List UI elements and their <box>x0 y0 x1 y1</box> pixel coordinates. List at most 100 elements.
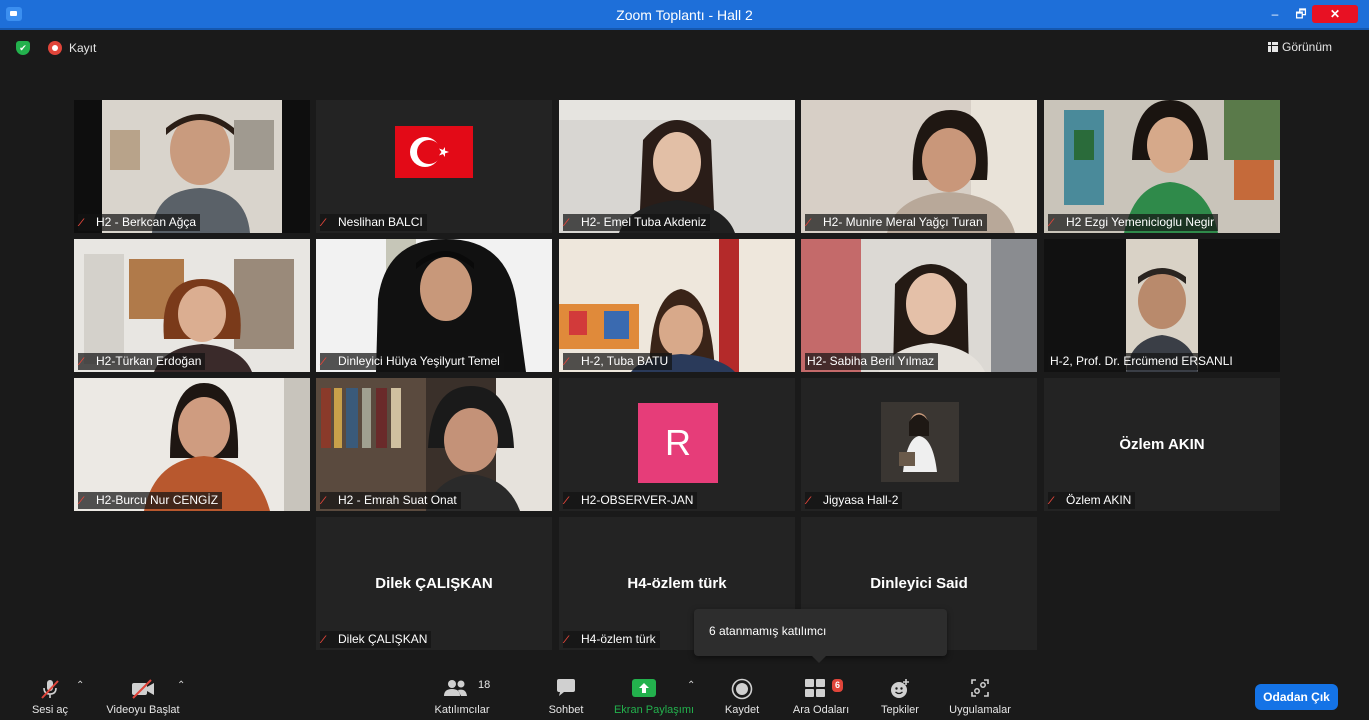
recording-label: Kayıt <box>69 41 97 55</box>
participant-avatar: R <box>638 403 718 483</box>
participant-name-label: ⁄ H2 - Emrah Suat Onat <box>320 492 461 509</box>
participant-display-name: H4-özlem türk <box>627 575 727 592</box>
apps-label: Uygulamalar <box>949 704 1011 716</box>
unmute-button[interactable]: Sesi aç <box>20 664 80 720</box>
participant-name-label: ⁄ Dinleyici Hülya Yeşilyurt Temel <box>320 353 504 370</box>
reactions-button[interactable]: Tepkiler <box>872 664 928 720</box>
record-label: Kaydet <box>724 704 760 716</box>
share-screen-label: Ekran Paylaşımı <box>613 704 695 716</box>
participant-name-label: H2- Sabiha Beril Yılmaz <box>805 353 939 370</box>
muted-mic-icon: ⁄ <box>565 356 567 368</box>
video-tile[interactable]: ⁄ Jigyasa Hall-2 <box>801 378 1037 511</box>
participant-name-label: ⁄ H2 Ezgi Yemenicioglu Negir <box>1048 214 1219 231</box>
video-tile[interactable]: ⁄ Dinleyici Hülya Yeşilyurt Temel <box>316 239 552 372</box>
participant-name-label: ⁄ H2 - Berkcan Ağça <box>78 214 201 231</box>
participant-name-label: ⁄ Özlem AKIN <box>1048 492 1136 509</box>
participants-label: Katılımcılar <box>434 704 490 716</box>
muted-mic-icon: ⁄ <box>1050 495 1052 507</box>
chat-label: Sohbet <box>548 704 584 716</box>
muted-mic-icon: ⁄ <box>565 217 567 229</box>
participant-name-label: ⁄ H-2, Tuba BATU <box>563 353 673 370</box>
participant-name-label: ⁄ Dilek ÇALIŞKAN <box>320 631 432 648</box>
close-button[interactable]: ✕ <box>1312 5 1358 23</box>
video-off-icon <box>132 679 154 699</box>
chat-icon <box>557 679 575 696</box>
breakout-rooms-icon <box>805 679 825 697</box>
start-video-button[interactable]: Videoyu Başlat <box>98 664 188 720</box>
participant-profile-photo <box>881 402 959 482</box>
muted-mic-icon: ⁄ <box>80 495 82 507</box>
window-titlebar: Zoom Toplantı - Hall 2 – 🗗 ✕ <box>0 0 1369 30</box>
video-tile[interactable]: ⁄ H2-Burcu Nur CENGİZ <box>74 378 310 511</box>
muted-mic-icon: ⁄ <box>807 217 809 229</box>
video-tile[interactable]: ⁄ Neslihan BALCI <box>316 100 552 233</box>
participants-icon <box>444 680 467 696</box>
share-options-caret-icon[interactable]: ⌃ <box>687 680 695 691</box>
participant-name-label: ⁄ H2-Türkan Erdoğan <box>78 353 206 370</box>
turkish-flag-image <box>395 126 473 178</box>
participant-name-label: ⁄ Jigyasa Hall-2 <box>805 492 903 509</box>
video-tile[interactable]: ⁄ H2 - Berkcan Ağça <box>74 100 310 233</box>
meeting-info-bar: ✔ Kayıt Görünüm <box>0 32 1369 62</box>
participants-button[interactable]: 18 Katılımcılar <box>426 664 498 720</box>
record-button[interactable]: Kaydet <box>716 664 768 720</box>
view-button[interactable]: Görünüm <box>1268 40 1332 54</box>
video-tile[interactable]: ⁄ H2- Munire Meral Yağçı Turan <box>801 100 1037 233</box>
participant-name-label: ⁄ H2-OBSERVER-JAN <box>563 492 698 509</box>
video-tile[interactable]: ⁄ H2 Ezgi Yemenicioglu Negir <box>1044 100 1280 233</box>
start-video-label: Videoyu Başlat <box>106 704 180 716</box>
participant-name-label: ⁄ H2- Munire Meral Yağçı Turan <box>805 214 987 231</box>
share-screen-button[interactable]: Ekran Paylaşımı <box>608 664 700 720</box>
video-tile[interactable]: Dilek ÇALIŞKAN ⁄ Dilek ÇALIŞKAN <box>316 517 552 650</box>
participant-name-label: H-2, Prof. Dr. Ercümend ERSANLI <box>1048 353 1237 370</box>
video-tile-active-speaker[interactable]: H-2, Prof. Dr. Ercümend ERSANLI <box>1044 239 1280 372</box>
muted-mic-icon: ⁄ <box>322 495 324 507</box>
participant-display-name: Dilek ÇALIŞKAN <box>375 575 493 592</box>
apps-icon <box>971 679 989 697</box>
participant-name-label: ⁄ Neslihan BALCI <box>320 214 427 231</box>
video-tile[interactable]: ⁄ H2 - Emrah Suat Onat <box>316 378 552 511</box>
participant-name-label: ⁄ H2- Emel Tuba Akdeniz <box>563 214 711 231</box>
view-button-label: Görünüm <box>1282 40 1333 54</box>
muted-microphone-icon <box>41 680 59 699</box>
muted-mic-icon: ⁄ <box>80 217 82 229</box>
muted-mic-icon: ⁄ <box>322 356 324 368</box>
participants-count: 18 <box>478 679 491 691</box>
grid-icon <box>1268 42 1278 52</box>
minimize-button[interactable]: – <box>1262 5 1288 23</box>
breakout-rooms-label: Ara Odaları <box>792 704 850 716</box>
security-shield-icon[interactable]: ✔ <box>16 41 30 55</box>
muted-mic-icon: ⁄ <box>322 634 324 646</box>
maximize-button[interactable]: 🗗 <box>1288 5 1314 23</box>
video-options-caret-icon[interactable]: ⌃ <box>177 680 185 691</box>
apps-button[interactable]: Uygulamalar <box>942 664 1018 720</box>
video-tile[interactable]: ⁄ H2-Türkan Erdoğan <box>74 239 310 372</box>
audio-options-caret-icon[interactable]: ⌃ <box>76 680 84 691</box>
video-tile[interactable]: ⁄ H2- Emel Tuba Akdeniz <box>559 100 795 233</box>
window-title: Zoom Toplantı - Hall 2 <box>616 7 753 23</box>
participant-name-label: ⁄ H2-Burcu Nur CENGİZ <box>78 492 223 509</box>
video-tile[interactable]: R ⁄ H2-OBSERVER-JAN <box>559 378 795 511</box>
unmute-label: Sesi aç <box>31 704 69 716</box>
muted-mic-icon: ⁄ <box>565 495 567 507</box>
recording-icon[interactable] <box>48 41 62 55</box>
participant-name-label: ⁄ H4-özlem türk <box>563 631 660 648</box>
record-icon <box>731 678 753 700</box>
participant-display-name: Dinleyici Said <box>870 575 968 592</box>
breakout-rooms-button[interactable]: 6 Ara Odaları <box>786 664 856 720</box>
reactions-icon <box>891 679 909 698</box>
muted-mic-icon: ⁄ <box>80 356 82 368</box>
share-screen-icon <box>632 679 656 697</box>
chat-button[interactable]: Sohbet <box>538 664 594 720</box>
meeting-toolbar: Sesi aç ⌃ Videoyu Başlat ⌃ 18 Katılımcıl… <box>0 664 1369 720</box>
video-tile[interactable]: Özlem AKIN ⁄ Özlem AKIN <box>1044 378 1280 511</box>
muted-mic-icon: ⁄ <box>565 634 567 646</box>
unassigned-participants-tooltip: 6 atanmamış katılımcı <box>694 609 947 663</box>
participant-display-name: Özlem AKIN <box>1119 436 1205 453</box>
muted-mic-icon: ⁄ <box>1050 217 1052 229</box>
muted-mic-icon: ⁄ <box>322 217 324 229</box>
leave-room-button[interactable]: Odadan Çık <box>1255 684 1338 710</box>
video-tile[interactable]: H2- Sabiha Beril Yılmaz <box>801 239 1037 372</box>
breakout-rooms-badge: 6 <box>832 679 844 692</box>
video-tile[interactable]: ⁄ H-2, Tuba BATU <box>559 239 795 372</box>
